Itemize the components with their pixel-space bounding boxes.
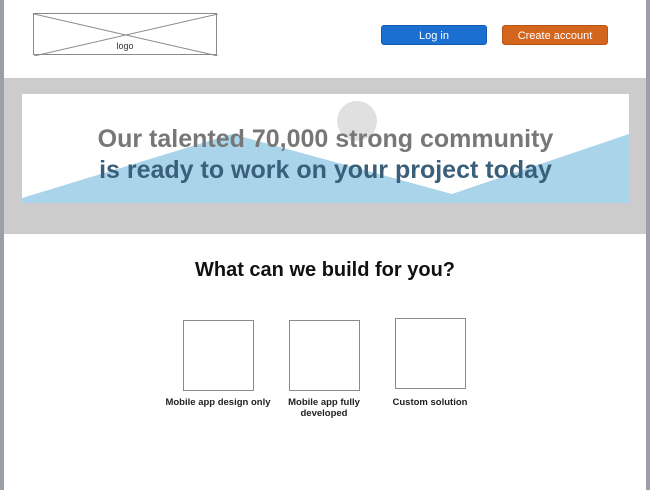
window-frame-right <box>646 0 650 490</box>
option-tile-design-only[interactable] <box>183 320 254 391</box>
logo-label: logo <box>116 41 134 51</box>
option-label-design-only: Mobile app design only <box>165 397 271 408</box>
hero-headline-line2: is ready to work on your project today <box>99 156 552 184</box>
window-frame-left <box>0 0 4 490</box>
hero-card: Our talented 70,000 strong community is … <box>22 94 629 203</box>
hero-headline-line1: Our talented 70,000 strong community <box>97 125 554 153</box>
option-tile-fully-developed[interactable] <box>289 320 360 391</box>
option-label-fully-developed: Mobile app fully developed <box>288 397 360 419</box>
hero-headline: Our talented 70,000 strong community is … <box>22 124 629 186</box>
log-in-button[interactable]: Log in <box>381 25 487 45</box>
option-label-custom-solution: Custom solution <box>392 397 468 408</box>
section-title: What can we build for you? <box>195 259 455 281</box>
logo-placeholder[interactable]: logo <box>33 13 218 56</box>
option-tile-custom-solution[interactable] <box>395 318 466 389</box>
create-account-button[interactable]: Create account <box>502 25 608 45</box>
